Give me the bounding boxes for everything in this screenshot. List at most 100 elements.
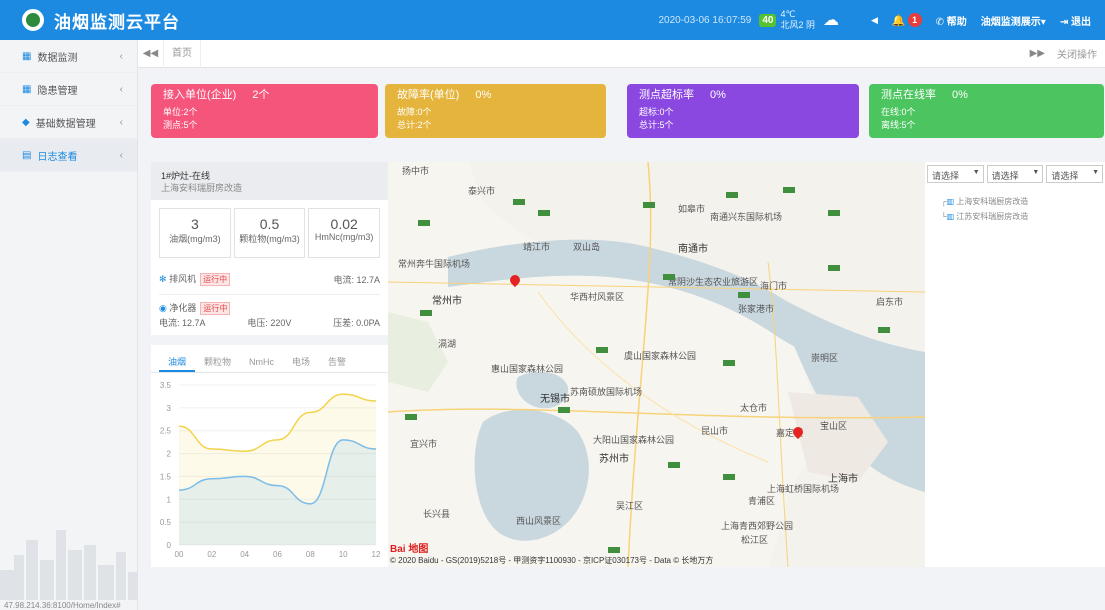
x-tick-label: 06 <box>273 550 282 559</box>
trend-chart: 0 0.5 1 1.5 2 2.5 3 3.5 00 02 04 06 08 10 12 <box>160 381 381 559</box>
tab-scroll-right-button[interactable]: ▶▶ <box>1030 48 1045 59</box>
user-menu[interactable]: 油烟监测展示▾ <box>981 13 1046 28</box>
top-right-area: 2020-03-06 16:07:59 40 4℃ 北风2 阴 ☁ ◀ 🔔 1 … <box>658 0 1105 40</box>
device-panel: 1#炉灶-在线 上海安科瑞厨房改造 3 油烟(mg/m3) 0.5 颗粒物(mg/m… <box>151 162 388 567</box>
metric-particulate: 0.5 颗粒物(mg/m3) <box>233 208 306 258</box>
map-label: 崇明区 <box>811 353 839 363</box>
road-marker <box>538 210 550 216</box>
baidu-logo: Bai 地图 <box>390 544 429 555</box>
purifier-row: ◉ 净化器 运行中 电流: 12.7A 电压: 220V 压差: 0.0PA <box>159 302 380 328</box>
city-select[interactable]: 请选择 ▼ <box>986 165 1044 183</box>
log-icon: ▤ <box>22 149 32 161</box>
device-name: 1#炉灶-在线 <box>161 171 211 181</box>
x-tick-label: 02 <box>207 550 216 559</box>
status-url: 47.98.214.36:8100/Home/Index# <box>4 601 121 610</box>
metric-nmhc: 0.02 HmNc(mg/m3) <box>308 208 381 258</box>
map-label: 靖江市 <box>523 242 551 252</box>
y-tick-label: 0.5 <box>160 518 172 527</box>
purifier-icon: ◉ <box>159 303 167 313</box>
y-tick-label: 0 <box>167 541 172 550</box>
province-select[interactable]: 请选择 ▼ <box>927 165 984 183</box>
aqi-badge: 40 <box>759 13 777 27</box>
tree-item[interactable]: └▥ 江苏安科瑞厨房改造 <box>941 209 1089 224</box>
fan-icon: ✻ <box>159 274 167 284</box>
district-select[interactable]: 请选择 ▼ <box>1046 165 1104 183</box>
road-marker <box>405 414 417 420</box>
y-tick-label: 3 <box>167 404 172 413</box>
stat-card-online-rate[interactable]: 测点在线率 0% 在线:0个 离线:5个 <box>869 84 1104 138</box>
map-label: 如皋市 <box>678 204 706 214</box>
map-label: 扬中市 <box>402 166 430 176</box>
map-label: 苏州市 <box>599 454 629 465</box>
chart-tab-particulate[interactable]: 颗粒物 <box>195 353 240 372</box>
y-tick-label: 1.5 <box>160 472 172 481</box>
datetime: 2020-03-06 16:07:59 <box>658 14 752 26</box>
chevron-left-icon: ‹ <box>119 149 123 161</box>
bell-icon[interactable]: 🔔 <box>892 14 906 27</box>
footer-strip <box>138 590 1105 610</box>
metric-oil-smoke: 3 油烟(mg/m3) <box>159 208 231 258</box>
logout-icon: ⇥ <box>1059 16 1071 28</box>
purifier-status-badge: 运行中 <box>200 302 231 315</box>
alert-count-badge[interactable]: 1 <box>907 13 922 27</box>
road-marker <box>738 292 750 298</box>
sidebar-item-log[interactable]: ▤ 日志查看 ‹ <box>0 139 137 172</box>
y-tick-label: 2.5 <box>160 427 172 436</box>
map-label: 启东市 <box>876 297 904 307</box>
close-operation-button[interactable]: 关闭操作 <box>1057 46 1105 61</box>
map-label: 青浦区 <box>748 496 776 506</box>
tab-home[interactable]: 首页 <box>164 39 201 68</box>
tab-bar: ◀◀ 首页 ▶▶ 关闭操作 <box>138 39 1105 68</box>
chart-tab-nmhc[interactable]: NmHc <box>240 353 283 372</box>
building-icon: ▥ <box>946 212 955 221</box>
road-marker <box>828 210 840 216</box>
sidebar-item-hazard[interactable]: ▦ 隐患管理 ‹ <box>0 73 137 106</box>
collapse-arrow-icon[interactable]: ◀ <box>871 15 878 26</box>
chevron-left-icon: ‹ <box>119 116 123 128</box>
map-label: 松江区 <box>741 535 769 545</box>
sidebar-item-data-monitor[interactable]: ▦ 数据监测 ‹ <box>0 40 137 73</box>
baidu-map[interactable]: 扬中市 泰兴市 如皋市 南通兴东国际机场 南通市 常州奔牛国际机场 常州市 靖江市 双山岛 华西村… <box>388 162 925 567</box>
map-label: 昆山市 <box>701 426 729 436</box>
stat-card-units[interactable]: 接入单位(企业) 2个 单位:2个 测点:5个 <box>151 84 378 138</box>
road-marker <box>783 187 795 193</box>
purifier-voltage: 电压: 220V <box>247 317 292 328</box>
filter-panel: 请选择 ▼ 请选择 ▼ 请选择 ▼ ┌▥ 上海安科瑞厨房改造 └▥ 江苏安科瑞厨房改造 <box>925 162 1105 567</box>
sidebar-item-basic-data[interactable]: ◆ 基础数据管理 ‹ <box>0 106 137 139</box>
map-label: 太仓市 <box>740 403 768 413</box>
map-label: 惠山国家森林公园 <box>491 364 564 374</box>
device-company: 上海安科瑞厨房改造 <box>161 183 243 193</box>
map-label: 常州奔牛国际机场 <box>398 259 471 269</box>
road-marker <box>663 274 675 280</box>
map-label: 上海青西郊野公园 <box>721 521 794 531</box>
help-link[interactable]: ✆ 帮助 <box>936 13 967 28</box>
sky: 阴 <box>805 20 815 30</box>
road-marker <box>418 220 430 226</box>
purifier-pressure: 压差: 0.0PA <box>333 317 380 328</box>
road-marker <box>558 407 570 413</box>
road-marker <box>643 202 655 208</box>
chevron-down-icon: ▼ <box>1032 169 1040 176</box>
building-icon: ▥ <box>946 197 955 206</box>
y-tick-label: 1 <box>167 495 172 504</box>
map-label: 宜兴市 <box>410 439 438 449</box>
tab-scroll-left-button[interactable]: ◀◀ <box>138 39 164 68</box>
layers-icon: ◆ <box>22 116 30 128</box>
road-marker <box>513 199 525 205</box>
x-tick-label: 08 <box>306 550 315 559</box>
tree-item[interactable]: ┌▥ 上海安科瑞厨房改造 <box>941 194 1089 209</box>
chart-tab-oil-smoke[interactable]: 油烟 <box>159 353 196 372</box>
metric-boxes: 3 油烟(mg/m3) 0.5 颗粒物(mg/m3) 0.02 HmNc(mg/m3) <box>151 200 388 264</box>
chart-tab-alarm[interactable]: 告警 <box>319 353 355 372</box>
app-title: 油烟监测云平台 <box>54 12 180 32</box>
logout-link[interactable]: ⇥ 退出 <box>1060 13 1091 28</box>
stat-card-exceed-rate[interactable]: 测点超标率 0% 超标:0个 总计:5个 <box>627 84 859 138</box>
chart-tab-electric-field[interactable]: 电场 <box>283 353 319 372</box>
wind: 北风2 <box>780 20 804 30</box>
calendar-icon: ▦ <box>22 83 32 95</box>
stat-card-fault-rate[interactable]: 故障率(单位) 0% 故障:0个 总计:2个 <box>385 84 606 138</box>
road-marker <box>723 474 735 480</box>
map-label: 南通兴东国际机场 <box>710 212 783 222</box>
map-label: 南通市 <box>678 244 708 255</box>
map-label: 滆湖 <box>438 339 457 349</box>
